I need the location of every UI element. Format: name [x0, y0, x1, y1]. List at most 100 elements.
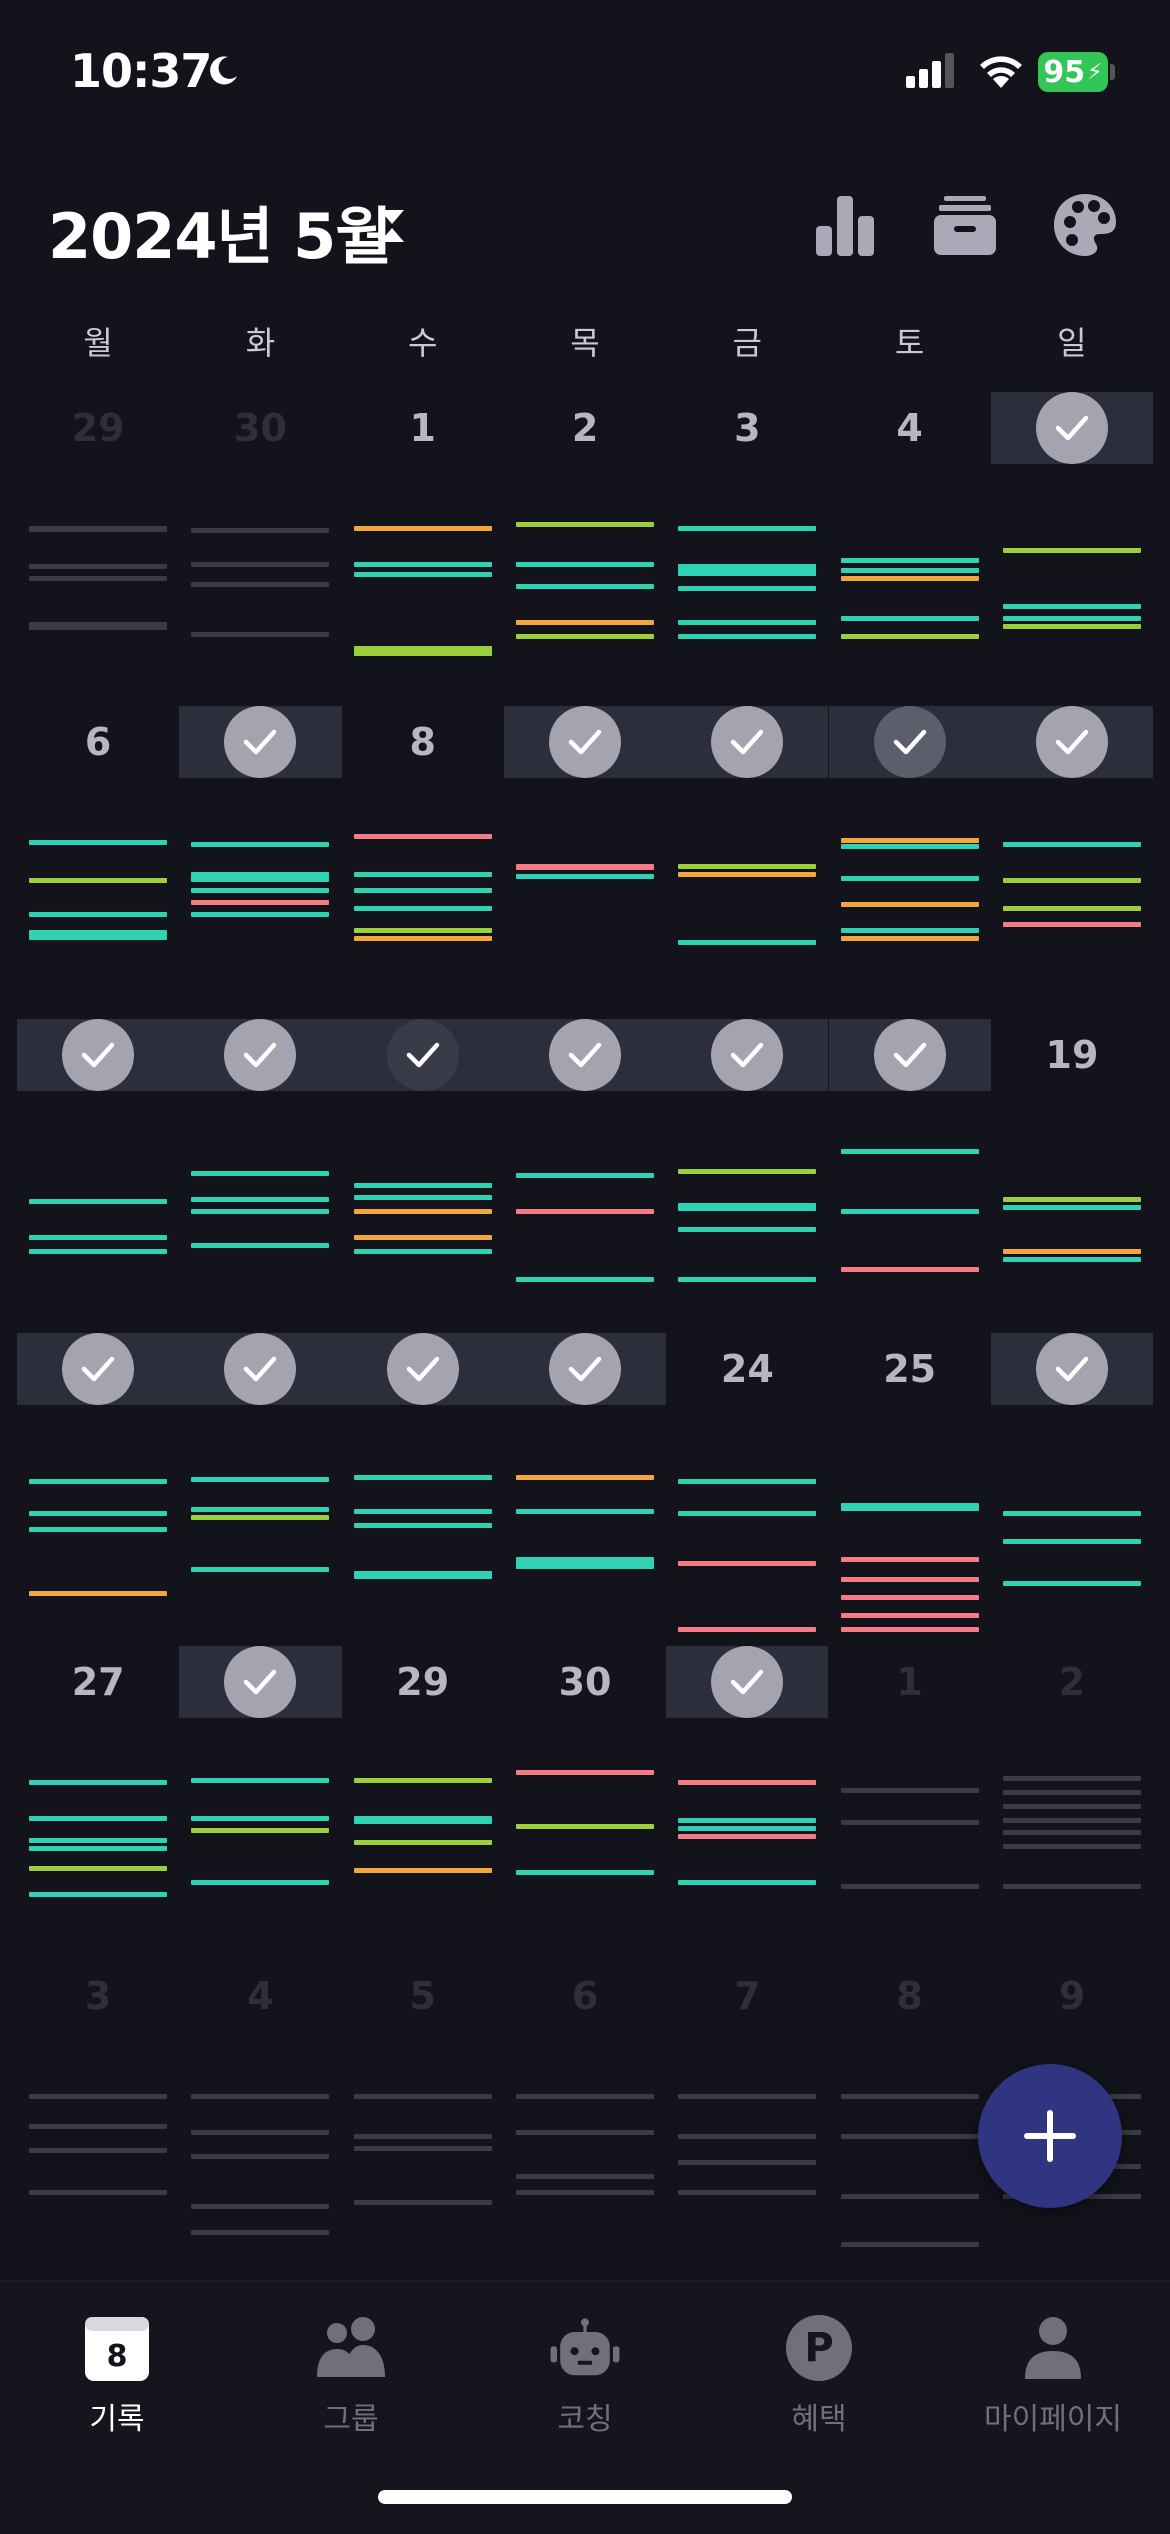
calendar-day[interactable]: 29: [17, 392, 179, 706]
record-bar: [840, 1576, 979, 1582]
month-title[interactable]: 2024년 5월: [48, 186, 392, 276]
calendar-day[interactable]: [503, 1332, 667, 1647]
calendar-day[interactable]: 2: [991, 1646, 1153, 1960]
calendar-day[interactable]: 8: [829, 1960, 991, 2274]
record-bar: [191, 1209, 330, 1214]
plus-icon: [1024, 2110, 1076, 2162]
day-number: 5: [409, 1973, 436, 2018]
record-bar: [515, 634, 654, 639]
tab-mypage[interactable]: 마이페이지: [936, 2282, 1170, 2462]
calendar-day[interactable]: 1: [829, 1646, 991, 1960]
day-record-bars: [191, 2090, 330, 2240]
calendar-day[interactable]: [503, 705, 667, 1020]
day-record-bars: [840, 2090, 979, 2247]
record-bar: [191, 2153, 330, 2159]
calendar-day[interactable]: 1: [342, 392, 504, 706]
calendar-day[interactable]: 6: [504, 1960, 666, 2274]
tab-record[interactable]: 8 기록: [0, 2282, 234, 2462]
calendar-day[interactable]: 4: [179, 1960, 341, 2274]
calendar-day[interactable]: [503, 1019, 667, 1333]
calendar-day[interactable]: 3: [666, 392, 828, 706]
record-bar: [1002, 1830, 1141, 1835]
day-number: 8: [409, 719, 436, 764]
record-bar: [840, 2241, 979, 2247]
calendar-day[interactable]: 25: [829, 1333, 991, 1647]
record-bar: [678, 634, 817, 639]
record-bar: [191, 1880, 330, 1885]
record-bar: [191, 582, 330, 587]
day-record-bars: [29, 836, 167, 986]
palette-icon[interactable]: [1050, 190, 1120, 260]
calendar-day[interactable]: 8: [342, 706, 504, 1020]
day-record-bars: [678, 1776, 817, 1926]
day-record-bars: [353, 1463, 492, 1613]
calendar-day[interactable]: [17, 1332, 180, 1647]
day-checked: [503, 1332, 667, 1405]
record-bar: [1002, 1538, 1141, 1544]
calendar-day[interactable]: [341, 1332, 504, 1647]
calendar-day[interactable]: 3: [17, 1960, 179, 2274]
calendar-day[interactable]: [666, 705, 829, 1020]
calendar-day[interactable]: 5: [342, 1960, 504, 2274]
day-checked: [990, 392, 1154, 464]
record-bar: [29, 911, 167, 917]
record-bar: [191, 899, 330, 905]
record-bar: [515, 1556, 654, 1569]
record-bar: [353, 2145, 492, 2151]
record-bar: [1002, 548, 1141, 553]
day-record-bars: [840, 1149, 979, 1299]
calendar-day[interactable]: 27: [17, 1646, 179, 1960]
calendar-day[interactable]: [990, 1332, 1154, 1647]
tab-benefits[interactable]: P 혜택: [702, 2282, 936, 2462]
calendar-day[interactable]: 19: [991, 1019, 1153, 1333]
record-bar: [29, 2123, 167, 2129]
record-bar: [353, 1183, 492, 1188]
weekday-header: 월 화 수 목 금 토 일: [17, 318, 1153, 364]
calendar-day[interactable]: [666, 1019, 829, 1333]
record-bar: [29, 1478, 167, 1484]
day-record-bars: [1002, 1149, 1141, 1299]
record-bar: [353, 1195, 492, 1200]
calendar-day[interactable]: [990, 705, 1154, 1020]
record-bar: [515, 584, 654, 589]
record-bar: [191, 1171, 330, 1176]
stats-chart-icon[interactable]: [810, 190, 880, 260]
record-bar: [515, 620, 654, 625]
record-bar: [353, 1249, 492, 1254]
record-bar: [191, 2129, 330, 2135]
calendar-day[interactable]: 6: [17, 706, 179, 1020]
calendar-day[interactable]: [179, 705, 342, 1020]
record-bar: [29, 2189, 167, 2195]
calendar-day[interactable]: 4: [829, 392, 991, 706]
calendar-week: 19: [17, 1019, 1153, 1333]
calendar-day[interactable]: [179, 1332, 342, 1647]
tab-coaching[interactable]: 코칭: [468, 2282, 702, 2462]
points-icon: P: [786, 2315, 852, 2381]
month-picker-icon[interactable]: [378, 208, 406, 244]
calendar-day[interactable]: 30: [504, 1646, 666, 1960]
archive-box-icon[interactable]: [930, 190, 1000, 260]
calendar-day[interactable]: 24: [666, 1333, 828, 1647]
tab-group[interactable]: 그룹: [234, 2282, 468, 2462]
record-bar: [353, 1209, 492, 1214]
calendar-day[interactable]: 29: [342, 1646, 504, 1960]
record-bar: [353, 927, 492, 933]
calendar-day[interactable]: [828, 705, 991, 1020]
record-bar: [353, 871, 492, 877]
calendar-day[interactable]: [828, 1019, 991, 1333]
calendar-day[interactable]: [990, 392, 1154, 706]
calendar-day[interactable]: [179, 1646, 342, 1960]
calendar-day[interactable]: 2: [504, 392, 666, 706]
add-record-button[interactable]: [978, 2064, 1122, 2208]
record-bar: [840, 1884, 979, 1889]
record-bar: [29, 1838, 167, 1843]
day-record-bars: [191, 1776, 330, 1926]
calendar-day[interactable]: [17, 1019, 180, 1333]
calendar-day[interactable]: [179, 1019, 342, 1333]
calendar-day[interactable]: [341, 1019, 504, 1333]
calendar-day[interactable]: [666, 1646, 829, 1960]
calendar-day[interactable]: 30: [179, 392, 341, 706]
day-checked: [666, 1019, 829, 1091]
calendar-day[interactable]: 7: [666, 1960, 828, 2274]
day-record-bars: [191, 1149, 330, 1299]
